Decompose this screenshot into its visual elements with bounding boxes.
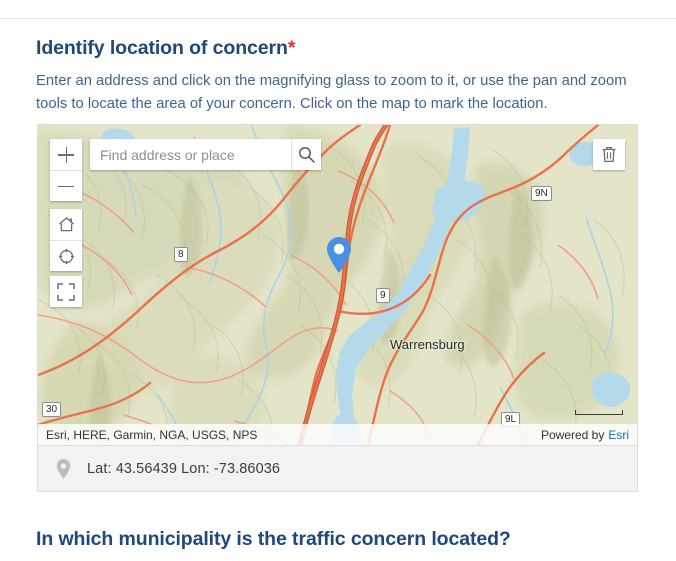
place-label-warrensburg: Warrensburg: [390, 337, 465, 352]
route-shield: 30: [42, 402, 62, 417]
route-shield: 8: [174, 247, 188, 262]
map-basemap-topographic: [38, 125, 637, 445]
map-pin-icon: [327, 237, 351, 273]
zoom-in-button[interactable]: [50, 139, 82, 170]
home-icon: [58, 217, 74, 232]
search-icon: [299, 147, 315, 163]
minus-icon: [58, 178, 74, 194]
location-pin-icon: [56, 458, 71, 479]
page-title: Identify location of concern*: [0, 19, 676, 60]
route-shield: 9: [376, 288, 390, 303]
esri-link[interactable]: Esri: [608, 428, 629, 442]
home-button[interactable]: [50, 209, 82, 240]
map-search-box[interactable]: [90, 139, 321, 170]
coordinate-text: Lat: 43.56439 Lon: -73.86036: [87, 460, 281, 477]
fullscreen-control-group[interactable]: [50, 276, 82, 307]
required-asterisk: *: [287, 37, 296, 59]
powered-by: Powered by Esri: [541, 428, 629, 442]
powered-by-label: Powered by: [540, 427, 605, 442]
question-2-title: In which municipality is the traffic con…: [36, 528, 511, 550]
clear-graphics-button[interactable]: [593, 139, 625, 170]
question-1-title: Identify location of concern: [36, 37, 288, 59]
zoom-control-group[interactable]: [50, 139, 82, 201]
search-button[interactable]: [291, 139, 321, 170]
question-1-description: Enter an address and click on the magnif…: [36, 73, 627, 113]
search-input[interactable]: [90, 139, 291, 170]
coordinate-readout: Lat: 43.56439 Lon: -73.86036: [37, 446, 638, 492]
locate-icon: [58, 248, 74, 264]
fullscreen-button[interactable]: [50, 276, 82, 307]
plus-icon: [58, 146, 74, 163]
zoom-out-button[interactable]: [50, 170, 82, 201]
locate-button[interactable]: [50, 240, 82, 271]
fullscreen-icon: [57, 282, 75, 301]
map-widget[interactable]: 8 9N 9 30 9L Warrensburg Find address or…: [37, 124, 638, 446]
map-nav-group[interactable]: [50, 209, 82, 271]
map-pin-marker[interactable]: [326, 237, 352, 273]
trash-icon: [602, 146, 616, 163]
map-attribution-bar: Esri, HERE, Garmin, NGA, USGS, NPS Power…: [38, 424, 637, 445]
map-canvas[interactable]: [38, 125, 637, 445]
map-scale-bar: [575, 410, 623, 415]
survey-form-body: Identify location of concern* Enter an a…: [0, 19, 676, 116]
attribution-sources: Esri, HERE, Garmin, NGA, USGS, NPS: [46, 427, 258, 442]
route-shield: 9N: [531, 186, 552, 201]
